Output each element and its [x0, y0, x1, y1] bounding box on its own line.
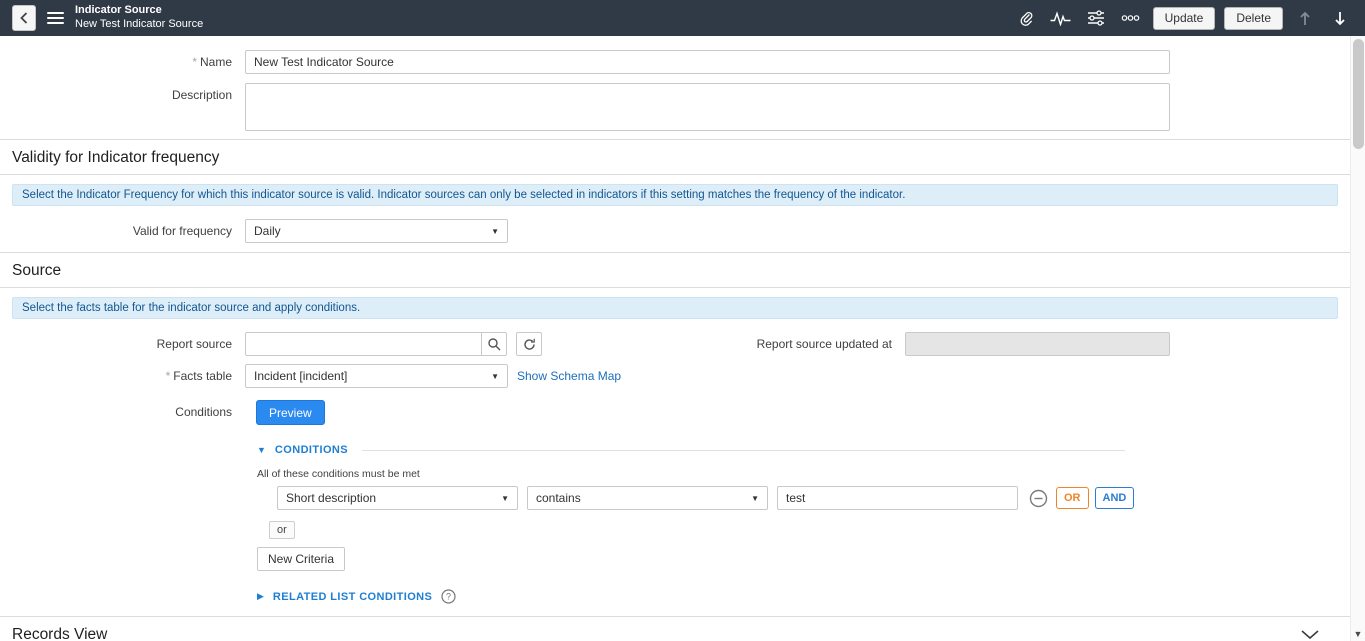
activity-stream-icon[interactable] [1048, 5, 1074, 31]
condition-value-input[interactable] [777, 486, 1018, 510]
conditions-row: Conditions Preview ▼ CONDITIONS All of t… [0, 400, 1350, 604]
section-divider [0, 287, 1350, 288]
name-input[interactable] [245, 50, 1170, 74]
report-source-input[interactable] [245, 332, 482, 356]
description-field-row: Description [0, 83, 1350, 131]
new-criteria-button[interactable]: New Criteria [257, 547, 345, 571]
personalize-form-icon[interactable] [1083, 5, 1109, 31]
validity-section-title: Validity for Indicator frequency [12, 147, 1350, 168]
form-page: *Name Description Validity for Indicator… [0, 36, 1350, 641]
record-type-title: Indicator Source [75, 4, 203, 18]
required-marker: * [192, 55, 197, 69]
update-button[interactable]: Update [1153, 7, 1216, 30]
section-divider [0, 252, 1350, 253]
scroll-down-icon[interactable]: ▼ [1351, 629, 1365, 639]
required-marker: * [166, 369, 171, 383]
condition-operator-value: contains [536, 491, 581, 505]
chevron-down-icon: ▼ [751, 494, 759, 503]
remove-condition-button[interactable] [1029, 489, 1048, 508]
help-icon[interactable]: ? [441, 589, 456, 604]
refresh-button[interactable] [516, 332, 542, 356]
report-source-row: Report source Report source updated at [0, 332, 1350, 356]
conditions-section-header: ▼ CONDITIONS [257, 444, 1350, 456]
and-condition-button[interactable]: AND [1095, 487, 1135, 509]
header-actions: Update Delete [1013, 5, 1353, 31]
validity-info-message: Select the Indicator Frequency for which… [12, 184, 1338, 206]
more-options-icon[interactable] [1118, 5, 1144, 31]
conditions-header-rule [362, 450, 1125, 451]
expand-triangle-icon[interactable]: ▶ [257, 591, 264, 602]
records-view-header[interactable]: Records View [0, 624, 1350, 641]
chevron-left-icon [20, 12, 28, 24]
frequency-label: Valid for frequency [0, 219, 245, 243]
chevron-down-icon [1300, 629, 1320, 640]
description-label: Description [0, 83, 245, 107]
report-source-updated-group: Report source updated at [757, 332, 1170, 356]
related-list-conditions-header: ▶ RELATED LIST CONDITIONS ? [257, 589, 1350, 604]
description-input[interactable] [245, 83, 1170, 131]
record-header: Indicator Source New Test Indicator Sour… [75, 4, 203, 32]
section-divider [0, 174, 1350, 175]
search-icon [487, 337, 501, 351]
conditions-intro-text: All of these conditions must be met [257, 468, 1350, 480]
chevron-down-icon: ▼ [491, 227, 499, 236]
refresh-icon [523, 338, 536, 351]
minus-circle-icon [1029, 489, 1048, 508]
condition-field-value: Short description [286, 491, 376, 505]
chevron-down-icon: ▼ [491, 372, 499, 381]
section-divider [0, 139, 1350, 140]
related-list-conditions-title[interactable]: RELATED LIST CONDITIONS [273, 591, 432, 603]
context-menu-icon[interactable] [47, 12, 64, 24]
source-info-message: Select the facts table for the indicator… [12, 297, 1338, 319]
collapse-triangle-icon[interactable]: ▼ [257, 445, 266, 455]
conditions-label: Conditions [0, 400, 245, 424]
chevron-down-icon: ▼ [501, 494, 509, 503]
records-view-title: Records View [12, 624, 107, 641]
banner-header: Indicator Source New Test Indicator Sour… [0, 0, 1365, 36]
name-field-row: *Name [0, 50, 1350, 74]
report-source-updated-input [905, 332, 1170, 356]
facts-table-selected-value: Incident [incident] [254, 369, 347, 383]
name-label: *Name [0, 50, 245, 74]
next-record-icon[interactable] [1327, 5, 1353, 31]
frequency-selected-value: Daily [254, 224, 281, 238]
report-source-updated-label: Report source updated at [757, 337, 905, 351]
delete-button[interactable]: Delete [1224, 7, 1283, 30]
section-divider [0, 616, 1350, 617]
source-section-title: Source [12, 260, 1350, 281]
or-divider-chip: or [269, 521, 295, 539]
condition-field-select[interactable]: Short description ▼ [277, 486, 518, 510]
record-name-title: New Test Indicator Source [75, 18, 203, 32]
back-button[interactable] [12, 5, 36, 31]
report-source-label: Report source [0, 332, 245, 356]
facts-table-select[interactable]: Incident [incident] ▼ [245, 364, 508, 388]
conditions-builder: Preview ▼ CONDITIONS All of these condit… [245, 400, 1350, 604]
or-condition-button[interactable]: OR [1056, 487, 1089, 509]
frequency-select[interactable]: Daily ▼ [245, 219, 508, 243]
paperclip-icon[interactable] [1013, 5, 1039, 31]
preview-button[interactable]: Preview [256, 400, 325, 425]
facts-table-label: *Facts table [0, 364, 245, 388]
frequency-field-row: Valid for frequency Daily ▼ [0, 219, 1350, 243]
svg-text:?: ? [446, 592, 451, 602]
previous-record-icon[interactable] [1292, 5, 1318, 31]
vertical-scrollbar[interactable]: ▼ [1350, 36, 1365, 641]
condition-row: Short description ▼ contains ▼ OR AND [277, 486, 1350, 510]
facts-table-row: *Facts table Incident [incident] ▼ Show … [0, 364, 1350, 388]
conditions-section-title[interactable]: CONDITIONS [275, 444, 348, 456]
reference-lookup-button[interactable] [481, 332, 507, 356]
show-schema-map-link[interactable]: Show Schema Map [517, 364, 621, 388]
condition-operator-select[interactable]: contains ▼ [527, 486, 768, 510]
scrollbar-thumb[interactable] [1353, 39, 1364, 149]
